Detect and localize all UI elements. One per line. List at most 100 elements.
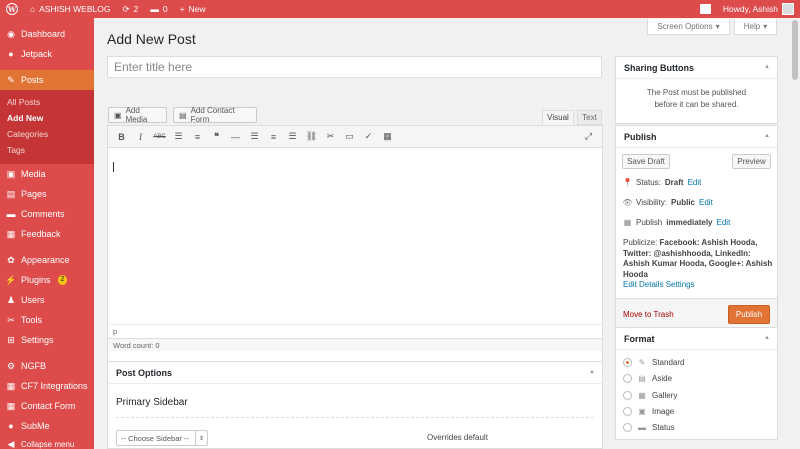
new-content-menu[interactable]: + New [174, 0, 212, 18]
sidebar-item-comments[interactable]: ▬ Comments [0, 204, 94, 224]
admin-bar: W ⌂ ASHISH WEBLOG ⟳ 2 ▬ 0 + New Howdy, A… [0, 0, 800, 18]
radio-button[interactable] [623, 390, 632, 400]
publish-header[interactable]: Publish ▲ [616, 126, 777, 148]
radio-button[interactable] [623, 357, 632, 367]
sidebar-item-label: Appearance [21, 255, 70, 265]
screen-options-label: Screen Options [657, 22, 713, 31]
remove-link-icon[interactable]: ✂ [321, 129, 340, 145]
scrollbar-thumb[interactable] [792, 20, 798, 80]
dashboard-icon: ◉ [7, 28, 15, 39]
caret-down-icon: ▾ [763, 22, 768, 31]
sharing-message-line: The Post must be published [646, 88, 747, 97]
sidebar-item-settings[interactable]: ⊞ Settings [0, 330, 94, 350]
account-menu[interactable]: Howdy, Ashish [717, 0, 800, 18]
publicize-settings-link[interactable]: Settings [666, 280, 695, 289]
radio-button[interactable] [623, 422, 632, 432]
submenu-tags[interactable]: Tags [0, 142, 94, 158]
collapse-arrow-icon[interactable]: ▲ [764, 64, 770, 70]
italic-icon[interactable]: I [131, 129, 150, 145]
sharing-header[interactable]: Sharing Buttons ▲ [616, 57, 777, 79]
sidebar-item-dashboard[interactable]: ◉ Dashboard [0, 24, 94, 44]
screen-options-button[interactable]: Screen Options ▾ [647, 19, 730, 35]
sidebar-item-users[interactable]: ♟ Users [0, 290, 94, 310]
site-name-menu[interactable]: ⌂ ASHISH WEBLOG [24, 0, 116, 18]
wp-logo-menu[interactable]: W [0, 0, 24, 18]
pushpin-icon: ✎ [638, 357, 646, 367]
comments-menu[interactable]: ▬ 0 [144, 0, 173, 18]
read-more-icon[interactable]: ▭ [340, 129, 359, 145]
choose-sidebar-select[interactable]: -- Choose Sidebar -- ⇕ [116, 430, 208, 446]
media-icon: ▣ [6, 168, 16, 179]
submenu-all-posts[interactable]: All Posts [0, 94, 94, 110]
format-option-gallery[interactable]: ▦ Gallery [623, 390, 677, 400]
collapse-menu[interactable]: ◀ Collapse menu [0, 436, 94, 449]
format-option-image[interactable]: ▣ Image [623, 406, 674, 416]
add-media-button[interactable]: ▣ Add Media [108, 106, 167, 124]
help-button[interactable]: Help ▾ [734, 19, 777, 35]
post-options-header[interactable]: Post Options ▲ [108, 362, 602, 384]
tab-text[interactable]: Text [577, 110, 602, 125]
sidebar-item-feedback[interactable]: ▦ Feedback [0, 224, 94, 244]
fullscreen-icon[interactable]: ⤢ [579, 129, 598, 145]
format-option-label: Aside [652, 373, 673, 383]
bullet-list-icon[interactable]: ☰ [169, 129, 188, 145]
toolbar-toggle-icon[interactable]: ▦ [378, 129, 397, 145]
pages-icon: ▤ [6, 188, 16, 199]
post-title-input[interactable]: Enter title here [107, 56, 602, 78]
edit-details-link[interactable]: Edit Details [623, 280, 663, 289]
format-option-status[interactable]: ▬ Status [623, 422, 675, 432]
align-left-icon[interactable]: ☰ [245, 129, 264, 145]
updates-menu[interactable]: ⟳ 2 [116, 0, 144, 18]
sidebar-item-jetpack[interactable]: ● Jetpack [0, 44, 94, 64]
format-option-aside[interactable]: ▤ Aside [623, 373, 672, 383]
edit-visibility-link[interactable]: Edit [699, 198, 713, 207]
collapse-arrow-icon[interactable]: ▲ [764, 335, 770, 341]
bold-icon[interactable]: B [112, 129, 131, 145]
align-center-icon[interactable]: ≡ [264, 129, 283, 145]
submenu-add-new[interactable]: Add New [0, 110, 94, 126]
sidebar-item-appearance[interactable]: ✿ Appearance [0, 250, 94, 270]
notifications-menu[interactable] [694, 0, 717, 18]
publish-button[interactable]: Publish [728, 305, 770, 324]
format-header[interactable]: Format ▲ [616, 328, 777, 350]
blockquote-icon[interactable]: ❝ [207, 129, 226, 145]
sidebar-item-contact-form[interactable]: ▦ Contact Form [0, 396, 94, 416]
horizontal-line-icon[interactable]: — [226, 129, 245, 145]
sidebar-item-subme[interactable]: ● SubMe [0, 416, 94, 436]
edit-schedule-link[interactable]: Edit [717, 218, 731, 227]
move-to-trash-link[interactable]: Move to Trash [623, 310, 674, 319]
users-icon: ♟ [6, 294, 16, 305]
status-row: 📍 Status: Draft Edit [623, 178, 702, 187]
edit-status-link[interactable]: Edit [688, 178, 702, 187]
format-option-label: Status [652, 422, 675, 432]
sidebar-item-cf7[interactable]: ▦ CF7 Integrations [0, 376, 94, 396]
collapse-arrow-icon[interactable]: ▲ [589, 369, 595, 375]
sidebar-item-posts[interactable]: ✎ Posts [0, 70, 94, 90]
radio-button[interactable] [623, 406, 632, 416]
page-scrollbar[interactable] [790, 18, 800, 449]
format-option-label: Gallery [652, 390, 678, 400]
format-option-standard[interactable]: ✎ Standard [623, 357, 684, 367]
align-right-icon[interactable]: ☰ [283, 129, 302, 145]
editor-content-area[interactable] [108, 148, 602, 324]
posts-submenu: All Posts Add New Categories Tags [0, 90, 94, 164]
insert-link-icon[interactable]: ⛓ [302, 129, 321, 145]
sidebar-item-plugins[interactable]: ⚡ Plugins 2 [0, 270, 94, 290]
form-icon: ▤ [179, 110, 187, 120]
numbered-list-icon[interactable]: ≡ [188, 129, 207, 145]
collapse-arrow-icon[interactable]: ▲ [764, 133, 770, 139]
sidebar-item-pages[interactable]: ▤ Pages [0, 184, 94, 204]
sidebar-item-media[interactable]: ▣ Media [0, 164, 94, 184]
strikethrough-icon[interactable]: ABC [150, 129, 169, 145]
radio-button[interactable] [623, 373, 632, 383]
sharing-message: The Post must be published before it can… [616, 79, 777, 111]
spellcheck-icon[interactable]: ✓ [359, 129, 378, 145]
add-contact-form-button[interactable]: ▤ Add Contact Form [173, 106, 257, 124]
sidebar-item-tools[interactable]: ✂ Tools [0, 310, 94, 330]
sidebar-item-ngfb[interactable]: ⚙ NGFB [0, 356, 94, 376]
save-draft-button[interactable]: Save Draft [622, 154, 670, 169]
submenu-categories[interactable]: Categories [0, 126, 94, 142]
howdy-text: Howdy, Ashish [722, 4, 778, 14]
tab-visual[interactable]: Visual [542, 110, 574, 125]
preview-button[interactable]: Preview [732, 154, 771, 169]
